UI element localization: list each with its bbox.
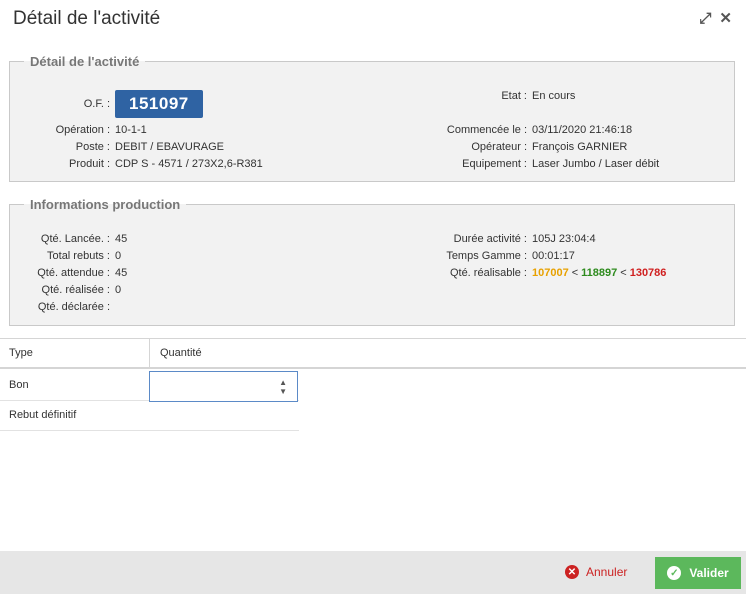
operateur-label: Opérateur :: [471, 141, 527, 153]
operation-value: 10-1-1: [115, 124, 147, 136]
row-type-bon: Bon: [9, 379, 29, 391]
qte-declaree-row: Qté. déclarée :: [15, 301, 115, 313]
qte-attendue-row: Qté. attendue : 45: [15, 267, 127, 279]
etat-value: En cours: [532, 90, 576, 102]
table-row: Bon ▲ ▼: [0, 370, 299, 402]
temps-row: Temps Gamme : 00:01:17: [392, 250, 575, 262]
operateur-value: François GARNIER: [532, 141, 628, 153]
commencee-row: Commencée le : 03/11/2020 21:46:18: [392, 124, 632, 136]
realisable-target: 118897: [581, 267, 618, 279]
produit-label: Produit :: [69, 158, 110, 170]
production-info-legend: Informations production: [30, 197, 181, 212]
col-type-header: Type: [9, 347, 33, 359]
validate-label: Valider: [689, 566, 729, 580]
realisable-sep-2: <: [620, 267, 627, 279]
total-rebuts-value: 0: [115, 250, 122, 262]
realisable-sep-1: <: [571, 267, 579, 279]
commencee-value: 03/11/2020 21:46:18: [532, 124, 633, 136]
stepper-down-icon[interactable]: ▼: [279, 387, 287, 396]
operation-row: Opération : 10-1-1: [15, 124, 147, 136]
quantity-table-header: Type Quantité: [0, 338, 746, 369]
total-rebuts-row: Total rebuts : 0: [15, 250, 121, 262]
qte-attendue-value: 45: [115, 267, 128, 279]
duree-row: Durée activité : 105J 23:04:4: [392, 233, 596, 245]
etat-row: Etat : En cours: [392, 90, 575, 102]
commencee-label: Commencée le :: [446, 124, 527, 136]
activity-detail-legend: Détail de l'activité: [30, 54, 140, 69]
validate-button[interactable]: ✓ Valider: [655, 557, 741, 589]
qte-lancee-label: Qté. Lancée. :: [40, 233, 110, 245]
of-badge: 151097: [115, 90, 203, 118]
cancel-button[interactable]: ✕ Annuler: [565, 565, 627, 579]
produit-value: CDP S - 4571 / 273X2,6-R381: [115, 158, 263, 170]
etat-label: Etat :: [501, 90, 527, 102]
qte-declaree-label: Qté. déclarée :: [37, 301, 110, 313]
close-icon[interactable]: ✕: [719, 11, 732, 26]
of-row: O.F. : 151097: [15, 90, 203, 118]
duree-label: Durée activité :: [453, 233, 527, 245]
qte-realisee-row: Qté. réalisée : 0: [15, 284, 122, 296]
poste-row: Poste : DEBIT / EBAVURAGE: [15, 141, 224, 153]
table-row: Rebut définitif: [0, 400, 299, 431]
total-rebuts-label: Total rebuts :: [47, 250, 110, 262]
x-circle-icon: ✕: [565, 565, 579, 579]
row-type-rebut: Rebut définitif: [9, 409, 77, 421]
dialog-title: Détail de l'activité: [13, 8, 161, 29]
equipement-row: Equipement : Laser Jumbo / Laser débit: [392, 158, 659, 170]
realisable-label: Qté. réalisable :: [449, 267, 527, 279]
qte-lancee-value: 45: [115, 233, 128, 245]
qte-realisee-value: 0: [115, 284, 122, 296]
dialog-footer: ✕ Annuler ✓ Valider: [0, 551, 746, 594]
duree-value: 105J 23:04:4: [532, 233, 596, 245]
expand-icon[interactable]: ⤢: [699, 11, 711, 26]
window-controls: ⤢ ✕: [699, 11, 732, 26]
equipement-value: Laser Jumbo / Laser débit: [532, 158, 660, 170]
equipement-label: Equipement :: [462, 158, 527, 170]
operateur-row: Opérateur : François GARNIER: [392, 141, 627, 153]
temps-label: Temps Gamme :: [446, 250, 527, 262]
realisable-max: 130786: [629, 267, 667, 279]
qte-realisee-label: Qté. réalisée :: [41, 284, 110, 296]
qte-lancee-row: Qté. Lancée. : 45: [15, 233, 127, 245]
cancel-label: Annuler: [586, 565, 628, 579]
qte-attendue-label: Qté. attendue :: [37, 267, 110, 279]
quantity-bon-input[interactable]: ▲ ▼: [149, 371, 298, 402]
check-circle-icon: ✓: [667, 566, 682, 580]
produit-row: Produit : CDP S - 4571 / 273X2,6-R381: [15, 158, 263, 170]
of-label: O.F. :: [83, 98, 110, 110]
temps-value: 00:01:17: [532, 250, 575, 262]
poste-value: DEBIT / EBAVURAGE: [115, 141, 225, 153]
stepper-up-icon[interactable]: ▲: [279, 378, 287, 387]
poste-label: Poste :: [75, 141, 110, 153]
realisable-row: Qté. réalisable : 107007 < 118897 < 1307…: [392, 267, 666, 279]
quantity-stepper[interactable]: ▲ ▼: [279, 378, 287, 396]
col-quantity-header: Quantité: [149, 339, 360, 368]
operation-label: Opération :: [55, 124, 110, 136]
realisable-min: 107007: [532, 267, 569, 279]
